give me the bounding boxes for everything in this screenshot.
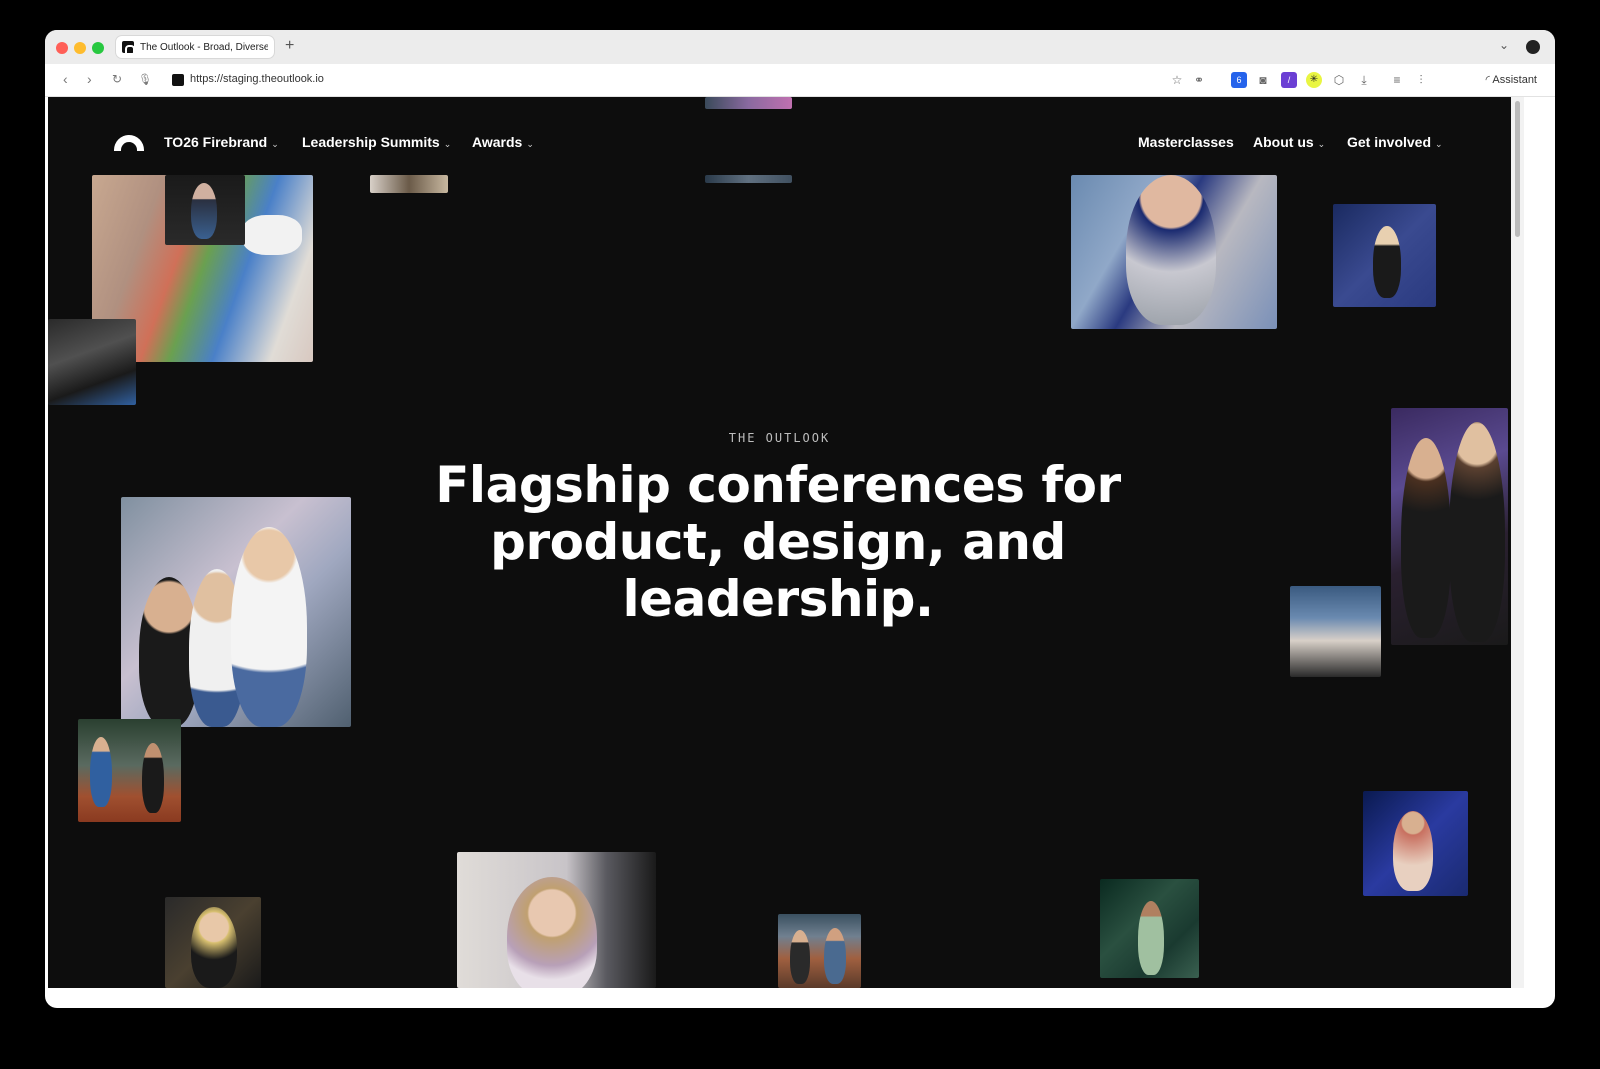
scrollbar-thumb[interactable] <box>1515 101 1520 237</box>
photo-canva-audience <box>1290 586 1381 677</box>
extension-sun-icon[interactable]: ✳ <box>1306 72 1322 88</box>
chevron-down-icon: ⌄ <box>1435 139 1443 149</box>
star-icon[interactable]: ☆ <box>1169 72 1185 88</box>
download-icon[interactable]: ⤓ <box>1356 72 1372 88</box>
browser-tab[interactable]: The Outlook - Broad, Diverse <box>116 36 274 58</box>
photo-small-top <box>370 175 448 193</box>
reload-icon[interactable]: ↻ <box>112 72 122 86</box>
photo-three-women-smiling <box>121 497 351 727</box>
photo-phone-audience <box>48 319 136 405</box>
hero-title: Flagship conferences for product, design… <box>435 456 1121 628</box>
page-scrollbar[interactable] <box>1511 97 1524 988</box>
photo-panel-speaker-blue <box>1363 791 1468 896</box>
the-outlook-logo-icon[interactable] <box>114 135 144 151</box>
camera-icon[interactable]: ◙ <box>1255 72 1271 88</box>
photo-speaker-plants <box>1100 879 1199 978</box>
extensions-icon[interactable]: ⬡ <box>1331 72 1347 88</box>
photo-laughing-woman-blue-hair <box>1071 175 1277 329</box>
nav-label: TO26 Firebrand <box>164 134 268 150</box>
web-page: TO26 Firebrand ⌄ Leadership Summits ⌄ Awar… <box>48 97 1511 988</box>
assistant-label: Assistant <box>1492 74 1537 86</box>
chevron-down-icon: ⌄ <box>271 139 279 149</box>
nav-get-involved[interactable]: Get involved ⌄ <box>1347 134 1443 150</box>
chevron-down-icon: ⌄ <box>443 139 452 149</box>
site-favicon-icon <box>122 41 135 53</box>
maximize-window-button[interactable] <box>92 42 104 54</box>
hero-kicker: THE OUTLOOK <box>728 431 831 445</box>
tab-strip: The Outlook - Broad, Diverse + ⌄ <box>45 30 1555 64</box>
chevron-down-icon: ⌄ <box>1317 139 1326 149</box>
photo-speaker-stage-small <box>165 175 245 245</box>
tab-title: The Outlook - Broad, Diverse <box>140 41 268 53</box>
site-navbar: TO26 Firebrand ⌄ Leadership Summits ⌄ Awar… <box>48 97 1511 177</box>
photo-two-speakers-seated <box>778 914 861 988</box>
nav-label: Leadership Summits <box>302 134 440 150</box>
microphone-icon[interactable]: 🎙 <box>138 73 152 86</box>
tab-list-chevron-icon[interactable]: ⌄ <box>1499 38 1509 52</box>
photo-woman-phone <box>165 897 261 988</box>
nav-leadership-summits[interactable]: Leadership Summits ⌄ <box>302 134 451 150</box>
nav-label: About us <box>1253 134 1314 150</box>
nav-to26-firebrand[interactable]: TO26 Firebrand ⌄ <box>164 134 279 150</box>
address-bar[interactable]: https://staging.theoutlook.io <box>190 73 324 85</box>
extension-purple-icon[interactable]: / <box>1281 72 1297 88</box>
nav-label: Masterclasses <box>1138 134 1234 150</box>
new-tab-button[interactable]: + <box>285 37 294 55</box>
browser-window: The Outlook - Broad, Diverse + ⌄ ‹ › ↻ 🎙… <box>45 30 1555 1008</box>
profile-avatar[interactable] <box>1526 40 1540 54</box>
photo-stage-duo <box>78 719 181 822</box>
reader-icon[interactable]: ≡ <box>1389 72 1405 88</box>
nav-about-us[interactable]: About us ⌄ <box>1253 134 1325 150</box>
photo-speaker-blue-stage <box>1333 204 1436 307</box>
browser-toolbar: ‹ › ↻ 🎙 https://staging.theoutlook.io ☆ … <box>45 64 1555 97</box>
extension-badge-icon[interactable]: 6 <box>1231 72 1247 88</box>
close-window-button[interactable] <box>56 42 68 54</box>
nav-masterclasses[interactable]: Masterclasses <box>1138 134 1234 150</box>
forward-button[interactable]: › <box>87 71 92 87</box>
audio-icon[interactable]: ⫶ <box>1413 72 1429 88</box>
nav-label: Get involved <box>1347 134 1432 150</box>
minimize-window-button[interactable] <box>74 42 86 54</box>
link-icon[interactable]: ⚭ <box>1191 72 1207 88</box>
chevron-down-icon: ⌄ <box>526 139 534 149</box>
back-button[interactable]: ‹ <box>63 71 68 87</box>
nav-awards[interactable]: Awards ⌄ <box>472 134 534 150</box>
nav-label: Awards <box>472 134 523 150</box>
photo-speaker-woman-closeup <box>457 852 656 988</box>
url-favicon-icon <box>172 74 184 86</box>
assistant-button[interactable]: ◜ Assistant <box>1486 73 1537 86</box>
